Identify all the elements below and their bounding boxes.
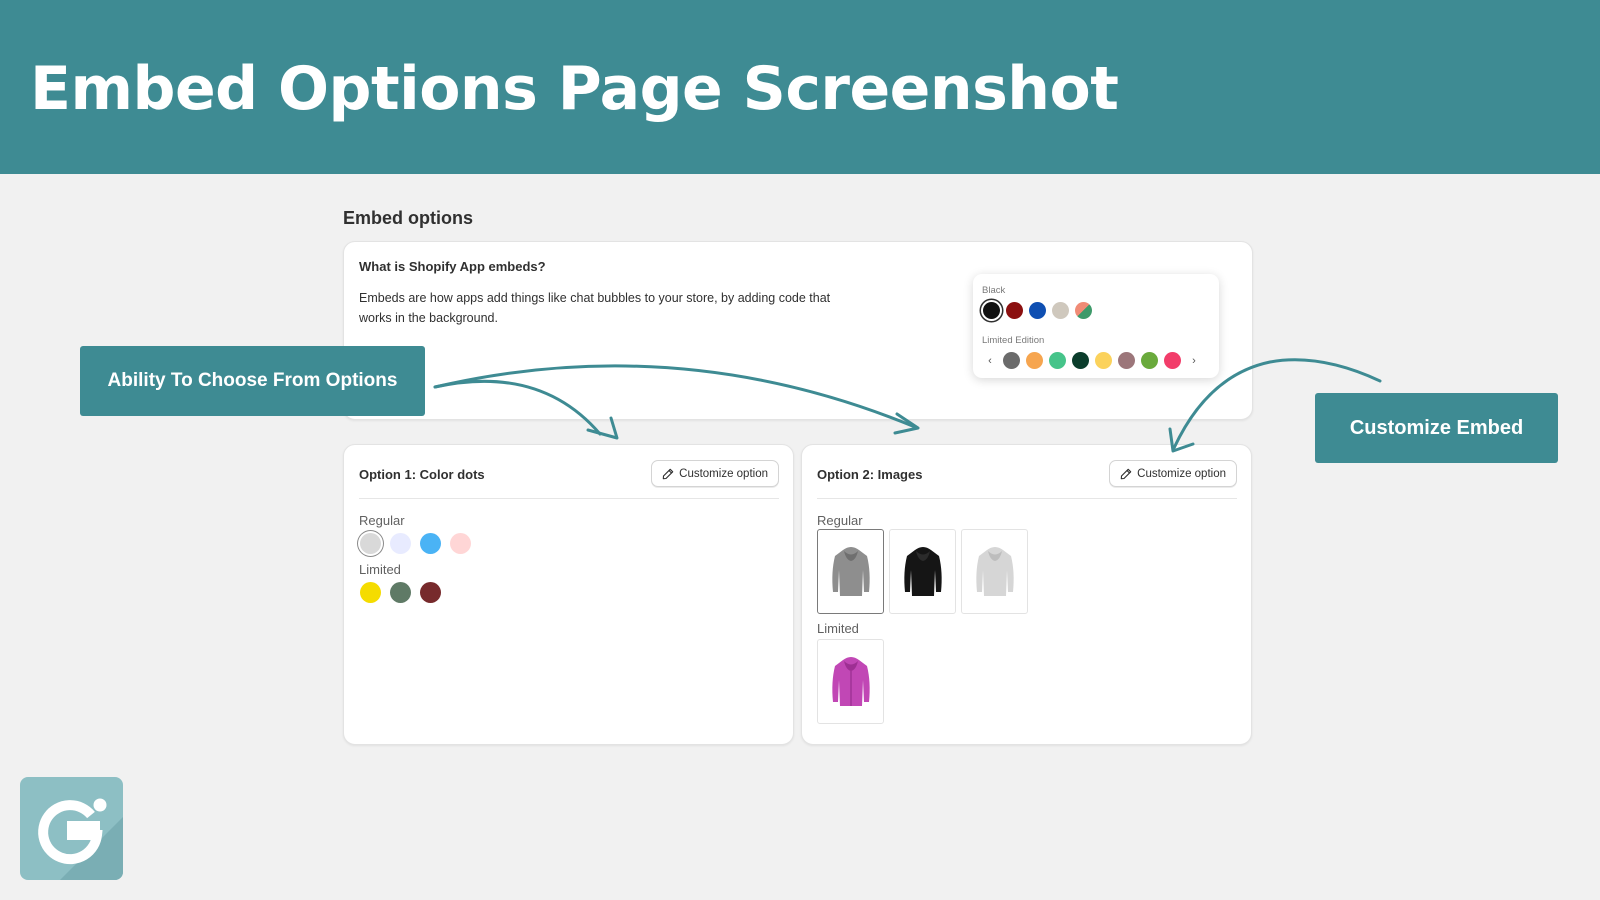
arrow-to-customize: [1172, 358, 1382, 450]
annotation-arrows: [433, 358, 1382, 453]
arrow-to-option1: [433, 379, 602, 436]
arrow-to-option2: [433, 364, 917, 429]
brand-logo: [20, 777, 123, 880]
g-logo-icon: [38, 798, 123, 880]
arrow-head-option1: [586, 416, 619, 440]
